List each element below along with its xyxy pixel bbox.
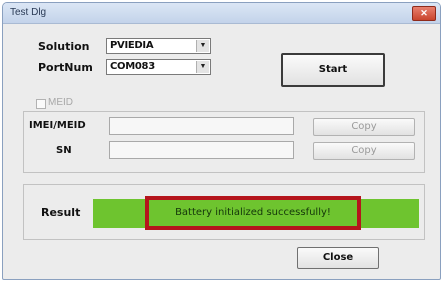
chevron-down-icon[interactable]: ▼ (196, 40, 209, 52)
result-message: Battery initialized successfully! (145, 196, 361, 230)
sn-label: SN (56, 145, 72, 156)
close-icon[interactable]: ✕ (412, 6, 436, 21)
solution-select[interactable]: PVIEDIA ▼ (106, 38, 211, 54)
dialog-window: Test Dlg ✕ Solution PVIEDIA ▼ PortNum CO… (2, 2, 441, 280)
sn-field[interactable] (109, 141, 294, 159)
copy-sn-button[interactable]: Copy (313, 142, 415, 160)
meid-checkbox-label: MEID (48, 97, 73, 108)
solution-label: Solution (38, 40, 90, 53)
window-title: Test Dlg (10, 7, 47, 18)
solution-value: PVIEDIA (110, 40, 154, 51)
imei-label: IMEI/MEID (29, 120, 86, 131)
close-button[interactable]: Close (297, 247, 379, 269)
portnum-label: PortNum (38, 61, 93, 74)
start-button[interactable]: Start (281, 53, 385, 87)
portnum-value: COM083 (110, 61, 155, 72)
copy-imei-button[interactable]: Copy (313, 118, 415, 136)
result-label: Result (41, 206, 81, 219)
imei-field[interactable] (109, 117, 294, 135)
portnum-select[interactable]: COM083 ▼ (106, 59, 211, 75)
meid-checkbox[interactable] (36, 99, 46, 109)
title-bar[interactable]: Test Dlg ✕ (3, 3, 440, 24)
chevron-down-icon[interactable]: ▼ (196, 61, 209, 73)
